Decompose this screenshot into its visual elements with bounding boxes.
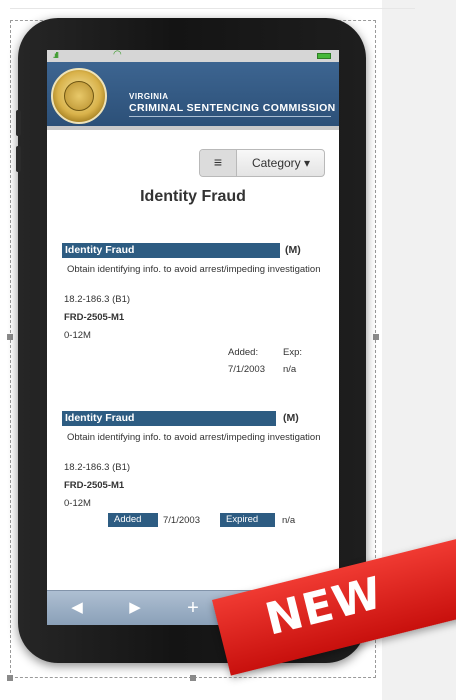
added-badge: Added [108, 513, 158, 527]
entry-class: (M) [285, 244, 301, 256]
added-value: 7/1/2003 [228, 364, 265, 375]
entry-description: Obtain identifying info. to avoid arrest… [67, 264, 321, 275]
resize-handle-right[interactable] [373, 334, 379, 340]
menu-icon-button[interactable]: ≡ [200, 150, 237, 176]
header-line1: VIRGINIA [129, 92, 169, 101]
app-header: VIRGINIA CRIMINAL SENTENCING COMMISSION [47, 62, 339, 130]
entry-code: 18.2-186.3 (B1) [64, 462, 131, 473]
added-label: Added: [228, 347, 259, 358]
entry-code: 18.2-186.3 (B1) [64, 294, 131, 305]
status-bar: .ıll ◠ [47, 50, 339, 62]
stage: .ıll ◠ VIRGINIA CRIMINAL SENTENCING COMM… [0, 0, 456, 700]
volume-button [16, 146, 21, 172]
divider [10, 8, 415, 9]
battery-icon [317, 53, 331, 59]
forward-icon[interactable]: ▶ [121, 597, 149, 619]
resize-handle-left[interactable] [7, 334, 13, 340]
seal-center [64, 81, 94, 111]
wifi-icon: ◠ [113, 50, 122, 60]
expired-value: n/a [282, 515, 296, 526]
exp-value: n/a [283, 364, 297, 375]
add-icon[interactable]: + [179, 597, 207, 619]
category-dropdown[interactable]: Category ▾ [238, 150, 324, 176]
entry-vcc: FRD-2505-M1 [64, 312, 125, 323]
header-title: CRIMINAL SENTENCING COMMISSION [129, 102, 336, 114]
entry-range: 0-12M [64, 330, 91, 341]
resize-handle-bottom-left[interactable] [7, 675, 13, 681]
page-title: Identity Fraud [140, 188, 246, 205]
entry-title-bar[interactable]: Identity Fraud [62, 243, 280, 258]
commission-seal-logo [51, 68, 107, 124]
exp-label: Exp: [283, 347, 303, 358]
nav-button-group: ≡ Category ▾ [199, 149, 325, 177]
entry-title-bar[interactable]: Identity Fraud [62, 411, 276, 426]
back-icon[interactable]: ◀ [63, 597, 91, 619]
volume-button [16, 110, 21, 136]
entry-description: Obtain identifying info. to avoid arrest… [67, 432, 321, 443]
phone-screen: .ıll ◠ VIRGINIA CRIMINAL SENTENCING COMM… [47, 50, 339, 625]
entry-class: (M) [283, 412, 299, 424]
entry-vcc: FRD-2505-M1 [64, 480, 125, 491]
signal-icon: .ıll [53, 51, 59, 60]
header-rule [129, 116, 331, 117]
entry-range: 0-12M [64, 498, 91, 509]
expired-badge: Expired [220, 513, 275, 527]
resize-handle-bottom[interactable] [190, 675, 196, 681]
added-value: 7/1/2003 [163, 515, 200, 526]
